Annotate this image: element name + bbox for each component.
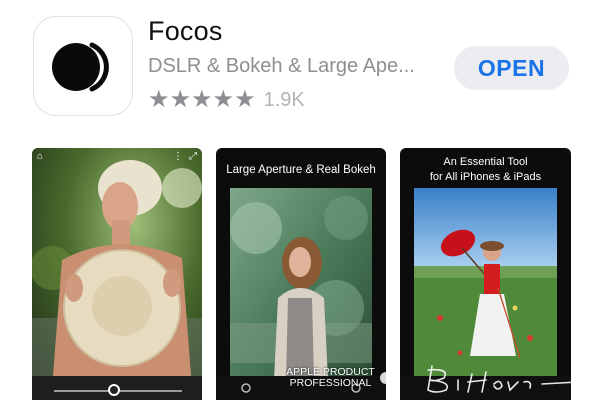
portrait-forest-image: [216, 188, 386, 400]
app-icon[interactable]: [33, 16, 133, 116]
expand-icon: ⤢: [189, 151, 197, 162]
watermark-text: APPLE PRODUCT PROFESSIONAL: [283, 367, 378, 389]
more-icon: ⋮: [173, 151, 183, 162]
rating-count: 1.9K: [263, 88, 305, 111]
signature-watermark: [380, 365, 579, 393]
portrait-hat-image: [32, 148, 202, 400]
watermark-line-2: PROFESSIONAL: [289, 377, 372, 389]
rating-row: ★★★★★ 1.9K: [148, 87, 305, 113]
home-icon: ⌂: [37, 151, 44, 162]
app-title: Focos: [148, 16, 223, 46]
shot1-slider-knob: [108, 384, 120, 396]
screenshot-2[interactable]: Large Aperture & Real Bokeh: [216, 148, 386, 400]
focos-aperture-icon: [52, 42, 109, 92]
shot1-top-icons: ⌂ ⋮ ⤢: [37, 151, 197, 163]
screenshot-2-caption: Large Aperture & Real Bokeh: [226, 164, 376, 176]
screenshot-3-caption: An Essential Tool for All iPhones & iPad…: [429, 156, 542, 183]
open-button[interactable]: OPEN: [454, 46, 569, 90]
screenshot-1[interactable]: ⌂ ⋮ ⤢: [32, 148, 202, 400]
rating-stars: ★★★★★: [148, 86, 256, 113]
app-subtitle: DSLR & Bokeh & Large Ape...: [148, 55, 415, 77]
